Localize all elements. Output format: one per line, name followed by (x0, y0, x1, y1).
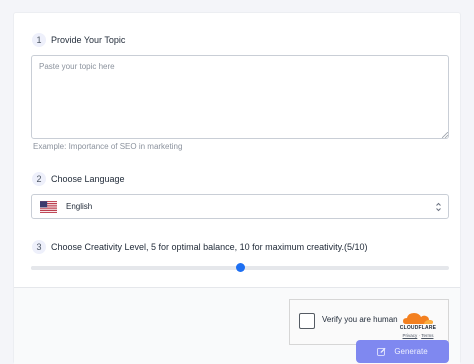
step-1-header: 1 Provide Your Topic (32, 33, 125, 47)
edit-icon (377, 347, 386, 356)
chevron-up-down-icon (436, 202, 441, 212)
step-number-badge: 3 (32, 240, 46, 254)
step-number-badge: 1 (32, 33, 46, 47)
cloudflare-turnstile-widget: Verify you are human CLOUDFLARE Privacy … (289, 299, 449, 345)
verify-human-label: Verify you are human (322, 315, 398, 324)
language-select[interactable]: English (31, 194, 449, 219)
topic-textarea[interactable] (31, 55, 449, 139)
creativity-slider[interactable] (31, 263, 449, 272)
terms-link[interactable]: Terms (421, 333, 433, 338)
generate-button[interactable]: Generate (356, 340, 449, 363)
step-title: Choose Creativity Level, 5 for optimal b… (51, 242, 368, 252)
link-separator: · (418, 333, 421, 338)
verify-human-checkbox[interactable] (299, 313, 315, 329)
captcha-links: Privacy · Terms (394, 333, 442, 338)
step-title: Choose Language (51, 174, 125, 184)
generate-label: Generate (394, 347, 428, 356)
slider-fill (31, 266, 240, 270)
step-2-header: 2 Choose Language (32, 172, 125, 186)
selected-language: English (66, 202, 93, 211)
privacy-link[interactable]: Privacy (403, 333, 418, 338)
cloudflare-wordmark: CLOUDFLARE (399, 325, 437, 331)
step-number-badge: 2 (32, 172, 46, 186)
step-3-header: 3 Choose Creativity Level, 5 for optimal… (32, 240, 367, 254)
slider-thumb[interactable] (236, 263, 245, 272)
us-flag-icon (40, 200, 57, 213)
topic-example-hint: Example: Importance of SEO in marketing (33, 142, 183, 151)
step-title: Provide Your Topic (51, 35, 126, 45)
topic-form-card: 1 Provide Your Topic Example: Importance… (13, 12, 461, 364)
